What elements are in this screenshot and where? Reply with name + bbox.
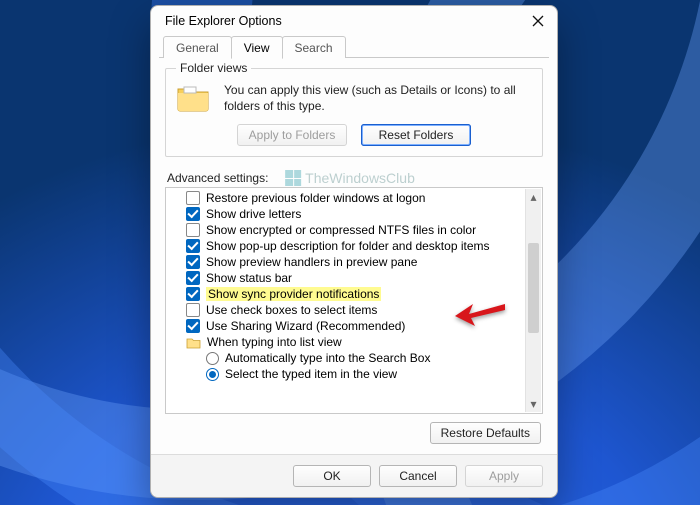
restore-defaults-button[interactable]: Restore Defaults bbox=[430, 422, 541, 444]
file-explorer-options-dialog: File Explorer Options General View Searc… bbox=[150, 5, 558, 498]
checkbox-icon[interactable] bbox=[186, 255, 200, 269]
window-title: File Explorer Options bbox=[165, 14, 282, 28]
tab-general[interactable]: General bbox=[163, 36, 232, 58]
ok-button[interactable]: OK bbox=[293, 465, 371, 487]
tab-strip: General View Search bbox=[151, 34, 557, 58]
scroll-track[interactable] bbox=[526, 205, 541, 396]
checkbox-icon[interactable] bbox=[186, 191, 200, 205]
scroll-down-button[interactable]: ▾ bbox=[526, 396, 541, 412]
checkbox-icon[interactable] bbox=[186, 271, 200, 285]
list-item[interactable]: Show drive letters bbox=[168, 206, 524, 222]
checkbox-icon[interactable] bbox=[186, 207, 200, 221]
folder-icon bbox=[186, 336, 201, 349]
list-item[interactable]: Show encrypted or compressed NTFS files … bbox=[168, 222, 524, 238]
folder-icon bbox=[176, 83, 212, 113]
scrollbar[interactable]: ▴ ▾ bbox=[525, 189, 541, 412]
checkbox-icon[interactable] bbox=[186, 319, 200, 333]
checkbox-icon[interactable] bbox=[186, 287, 200, 301]
folder-views-description: You can apply this view (such as Details… bbox=[224, 83, 532, 114]
list-item[interactable]: Restore previous folder windows at logon bbox=[168, 190, 524, 206]
list-item[interactable]: Use check boxes to select items bbox=[168, 302, 524, 318]
reset-folders-button[interactable]: Reset Folders bbox=[361, 124, 471, 146]
folder-views-legend: Folder views bbox=[176, 61, 251, 75]
scroll-up-button[interactable]: ▴ bbox=[526, 189, 541, 205]
radio-icon[interactable] bbox=[206, 352, 219, 365]
list-item[interactable]: Show preview handlers in preview pane bbox=[168, 254, 524, 270]
tab-search[interactable]: Search bbox=[282, 36, 346, 58]
scroll-thumb[interactable] bbox=[528, 243, 539, 333]
checkbox-icon[interactable] bbox=[186, 239, 200, 253]
list-item[interactable]: Select the typed item in the view bbox=[168, 366, 524, 382]
title-bar[interactable]: File Explorer Options bbox=[151, 6, 557, 34]
close-button[interactable] bbox=[531, 14, 545, 28]
checkbox-icon[interactable] bbox=[186, 223, 200, 237]
advanced-settings-list[interactable]: Restore previous folder windows at logon… bbox=[165, 187, 543, 414]
list-item[interactable]: Automatically type into the Search Box bbox=[168, 350, 524, 366]
close-icon bbox=[532, 15, 544, 27]
advanced-settings-label: Advanced settings: bbox=[167, 171, 543, 185]
list-item-group[interactable]: When typing into list view bbox=[168, 334, 524, 350]
list-item[interactable]: Use Sharing Wizard (Recommended) bbox=[168, 318, 524, 334]
list-item[interactable]: Show status bar bbox=[168, 270, 524, 286]
radio-icon[interactable] bbox=[206, 368, 219, 381]
folder-views-group: Folder views You can apply this view (su… bbox=[165, 68, 543, 157]
tab-view[interactable]: View bbox=[231, 36, 283, 59]
apply-to-folders-button: Apply to Folders bbox=[237, 124, 347, 146]
dialog-button-bar: OK Cancel Apply bbox=[151, 454, 557, 497]
list-item-sync-notifications[interactable]: Show sync provider notifications bbox=[168, 286, 524, 302]
cancel-button[interactable]: Cancel bbox=[379, 465, 457, 487]
apply-button: Apply bbox=[465, 465, 543, 487]
checkbox-icon[interactable] bbox=[186, 303, 200, 317]
list-item[interactable]: Show pop-up description for folder and d… bbox=[168, 238, 524, 254]
